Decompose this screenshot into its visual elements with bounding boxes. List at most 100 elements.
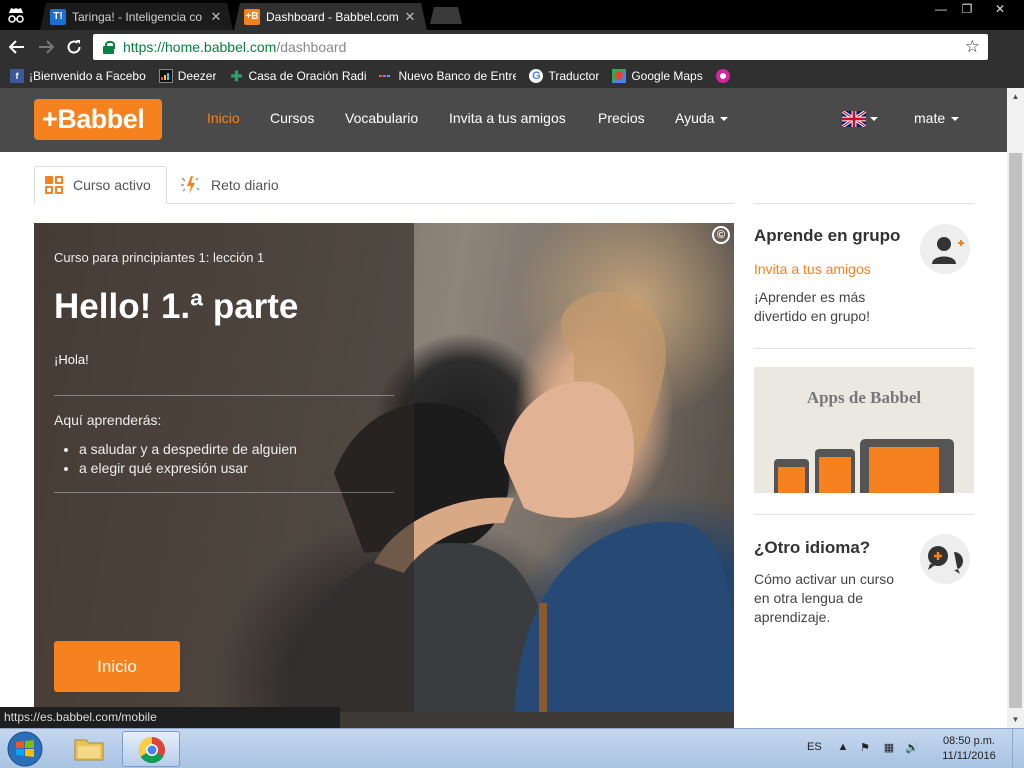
user-name: mate [914, 110, 946, 126]
bookmark-google-maps[interactable]: Google Maps [612, 69, 703, 83]
invite-friends-link[interactable]: Invita a tus amigos [754, 261, 871, 277]
clock-time: 08:50 p.m. [943, 735, 995, 747]
babbel-logo[interactable]: +Babbel [34, 99, 162, 140]
tab-title: Dashboard - Babbel.com [266, 9, 399, 24]
google-icon: G [529, 69, 544, 83]
chrome-taskbar-button[interactable] [122, 731, 180, 767]
explorer-taskbar-button[interactable] [60, 731, 118, 767]
add-friend-icon[interactable] [920, 224, 970, 274]
bookmark-extra[interactable] [715, 69, 735, 83]
bookmark-casa-de-oracion[interactable]: ✚ Casa de Oración Radi [229, 67, 367, 84]
reload-icon[interactable] [63, 37, 85, 57]
language-title: ¿Otro idioma? [754, 538, 871, 557]
language-text-line-2: en otra lengua de [754, 590, 863, 606]
url-path: /dashboard [276, 39, 347, 55]
nav-cursos[interactable]: Cursos [270, 110, 314, 126]
language-text-line-1: Cómo activar un curso [754, 571, 895, 587]
lesson-greeting: ¡Hola! [54, 352, 89, 367]
new-tab-button[interactable] [430, 7, 462, 24]
browser-tab-babbel[interactable]: +B Dashboard - Babbel.com ✕ [234, 3, 427, 30]
page-scrollbar[interactable]: ▲ ▼ [1007, 88, 1024, 728]
restore-button[interactable]: ❐ [952, 0, 982, 18]
divider [754, 348, 974, 349]
bookmark-star-icon[interactable]: ☆ [965, 37, 980, 57]
content-tabs: Curso activo Reto diario [34, 166, 734, 204]
page-viewport: +Babbel Inicio Cursos Vocabulario Invita… [0, 88, 1024, 728]
input-language-indicator[interactable]: ES [807, 741, 822, 753]
group-card: Aprende en grupo Invita a tus amigos ¡Ap… [754, 204, 974, 348]
nav-precios[interactable]: Precios [598, 110, 645, 126]
deezer-icon [158, 69, 173, 83]
group-text-line-2: divertido en grupo! [754, 308, 870, 324]
nav-vocabulario[interactable]: Vocabulario [345, 110, 418, 126]
tab-label: Curso activo [73, 177, 151, 193]
babbel-favicon-icon: +B [244, 8, 260, 25]
show-desktop-button[interactable] [1012, 729, 1024, 768]
chrome-icon [138, 736, 165, 764]
speech-bubbles-icon[interactable] [920, 534, 970, 584]
bookmark-banco[interactable]: Nuevo Banco de Entre [379, 69, 516, 83]
nav-ayuda-label: Ayuda [675, 110, 715, 126]
volume-icon[interactable]: 🔊 [905, 741, 919, 755]
tab-curso-activo[interactable]: Curso activo [34, 166, 167, 204]
learn-heading: Aquí aprenderás: [54, 412, 162, 428]
tab-label: Reto diario [211, 177, 279, 193]
tab-title: Taringa! - Inteligencia co [72, 9, 203, 24]
folder-icon [74, 739, 104, 761]
bookmark-deezer[interactable]: Deezer [158, 69, 216, 83]
nav-invita[interactable]: Invita a tus amigos [449, 110, 566, 126]
browser-toolbar: https://home.babbel.com /dashboard ☆ [0, 30, 1024, 64]
network-icon[interactable]: ▦ [882, 741, 896, 755]
copyright-icon[interactable]: © [712, 226, 730, 244]
address-bar[interactable]: https://home.babbel.com /dashboard ☆ [93, 34, 988, 60]
lock-icon [103, 41, 115, 54]
devices-illustration [774, 439, 954, 493]
chevron-down-icon [951, 117, 960, 122]
start-lesson-button[interactable]: Inicio [54, 641, 180, 692]
learn-list: a saludar y a despedirte de alguien a el… [79, 440, 297, 478]
bookmarks-bar: f ¡Bienvenido a Facebo Deezer ✚ Casa de … [0, 64, 1024, 88]
scroll-down-arrow-icon[interactable]: ▼ [1007, 711, 1024, 728]
instagram-icon [715, 69, 730, 83]
course-grid-icon [45, 176, 63, 194]
close-tab-icon[interactable]: ✕ [403, 9, 417, 25]
lesson-subtitle: Curso para principiantes 1: lección 1 [54, 250, 265, 265]
babbel-apps-banner[interactable]: Apps de Babbel [754, 367, 974, 493]
uk-flag-icon[interactable] [842, 111, 866, 127]
lesson-title: Hello! 1.ª parte [54, 287, 299, 326]
tab-reto-diario[interactable]: Reto diario [169, 166, 289, 204]
group-text-line-1: ¡Aprender es más [754, 289, 866, 305]
user-menu[interactable]: mate [914, 110, 960, 126]
close-tab-icon[interactable]: ✕ [209, 9, 223, 25]
browser-tab-taringa[interactable]: T! Taringa! - Inteligencia co ✕ [40, 3, 233, 30]
forward-arrow-icon[interactable] [35, 37, 57, 57]
taskbar-clock[interactable]: 08:50 p.m. 11/11/2016 [930, 734, 1008, 764]
link-status-bubble: https://es.babbel.com/mobile [0, 707, 340, 728]
windows-start-icon[interactable] [5, 730, 45, 768]
action-center-flag-icon[interactable]: ⚑ [858, 741, 872, 755]
bookmark-traductor[interactable]: G Traductor [529, 69, 599, 83]
taringa-favicon-icon: T! [50, 8, 66, 25]
bookmark-facebook[interactable]: f ¡Bienvenido a Facebo [10, 69, 146, 83]
bank-icon [379, 69, 393, 83]
nav-ayuda[interactable]: Ayuda [675, 110, 729, 126]
close-window-button[interactable]: ✕ [982, 0, 1018, 18]
windows-taskbar: ES ▲ ⚑ ▦ 🔊 08:50 p.m. 11/11/2016 [0, 728, 1024, 768]
language-chevron-icon[interactable] [870, 117, 878, 121]
course-hero: © Curso para principiantes 1: lección 1 … [34, 223, 734, 728]
list-item: a saludar y a despedirte de alguien [79, 440, 297, 459]
scroll-up-arrow-icon[interactable]: ▲ [1007, 88, 1024, 105]
divider [54, 492, 394, 493]
divider [54, 395, 394, 396]
site-header: +Babbel Inicio Cursos Vocabulario Invita… [0, 88, 1007, 152]
group-title: Aprende en grupo [754, 226, 901, 245]
nav-inicio[interactable]: Inicio [207, 110, 240, 126]
show-hidden-icons-icon[interactable]: ▲ [836, 741, 850, 755]
back-arrow-icon[interactable] [6, 37, 28, 57]
clock-date: 11/11/2016 [942, 750, 996, 762]
scroll-thumb[interactable] [1009, 153, 1022, 708]
list-item: a elegir qué expresión usar [79, 459, 297, 478]
chevron-down-icon [720, 117, 729, 122]
church-icon: ✚ [230, 67, 243, 84]
incognito-icon [8, 8, 24, 23]
